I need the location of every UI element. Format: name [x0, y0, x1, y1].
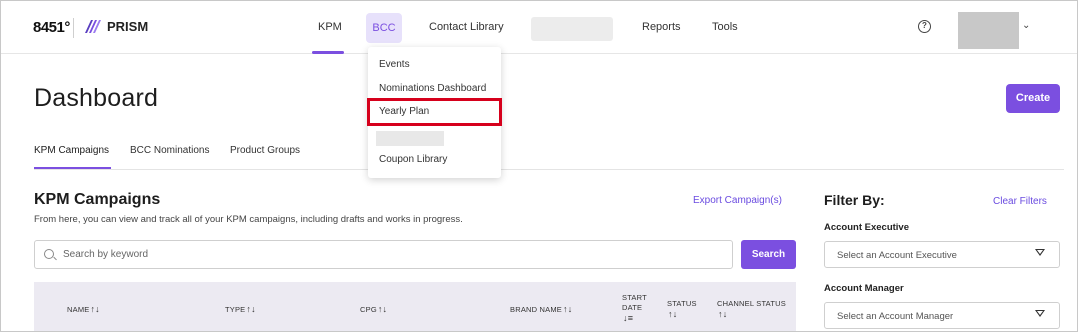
tab-product-groups[interactable]: Product Groups [230, 145, 300, 156]
col-header-cpg[interactable]: CPG↑↓ [360, 304, 387, 314]
account-manager-select[interactable]: Select an Account Manager [824, 302, 1060, 329]
col-header-type[interactable]: TYPE↑↓ [225, 304, 256, 314]
nav-kpm[interactable]: KPM [318, 21, 342, 33]
prism-stripes-icon [85, 20, 101, 33]
search-button[interactable]: Search [741, 240, 796, 269]
col-header-brand-name[interactable]: BRAND NAME↑↓ [510, 304, 572, 314]
prism-logo[interactable]: PRISM [85, 19, 148, 34]
menu-item-nominations-dashboard[interactable]: Nominations Dashboard [379, 83, 486, 94]
menu-item-redacted[interactable] [376, 131, 444, 146]
section-title: KPM Campaigns [34, 191, 161, 208]
filter-title: Filter By: [824, 192, 885, 208]
col-header-status[interactable]: STATUS ↑↓ [667, 298, 697, 320]
col-header-start-date[interactable]: START DATE ↓≡ [622, 293, 647, 324]
account-executive-placeholder: Select an Account Executive [837, 250, 957, 261]
search-input[interactable]: Search by keyword [34, 240, 733, 269]
nav-redacted-item[interactable] [531, 17, 613, 41]
page-title: Dashboard [34, 84, 159, 112]
company-logo[interactable]: 8451° [33, 19, 70, 36]
user-avatar[interactable] [958, 12, 1019, 49]
help-icon[interactable]: ? [918, 20, 931, 33]
account-manager-label: Account Manager [824, 283, 904, 294]
campaigns-table-header: NAME↑↓ TYPE↑↓ CPG↑↓ BRAND NAME↑↓ START D… [34, 282, 796, 331]
dropdown-arrow-icon [1035, 249, 1045, 256]
logo-divider [73, 18, 74, 38]
app-frame: 8451° PRISM KPM BCC Contact Library Repo… [0, 0, 1078, 332]
yearly-plan-highlight-box [367, 98, 502, 126]
sort-icon[interactable]: ↑↓ [563, 304, 572, 314]
tab-kpm-campaigns[interactable]: KPM Campaigns [34, 145, 109, 156]
search-placeholder: Search by keyword [63, 249, 149, 260]
section-description: From here, you can view and track all of… [34, 214, 463, 225]
sort-desc-icon[interactable]: ↓≡ [623, 313, 633, 323]
chevron-down-icon[interactable]: ⌄ [1022, 20, 1030, 31]
nav-active-indicator [312, 51, 344, 54]
sort-icon[interactable]: ↑↓ [668, 309, 677, 319]
nav-tools[interactable]: Tools [712, 21, 738, 33]
account-executive-select[interactable]: Select an Account Executive [824, 241, 1060, 268]
menu-item-events[interactable]: Events [379, 59, 410, 70]
dropdown-arrow-icon [1035, 310, 1045, 317]
search-icon [44, 249, 54, 259]
nav-bcc[interactable]: BCC [366, 13, 402, 43]
tabs-divider [34, 169, 1064, 170]
clear-filters-link[interactable]: Clear Filters [993, 196, 1047, 207]
nav-contact-library[interactable]: Contact Library [429, 21, 504, 33]
col-header-channel-status[interactable]: CHANNEL STATUS ↑↓ [717, 298, 786, 320]
account-manager-placeholder: Select an Account Manager [837, 311, 954, 322]
create-button[interactable]: Create [1006, 84, 1060, 113]
tab-bcc-nominations[interactable]: BCC Nominations [130, 145, 209, 156]
col-header-name[interactable]: NAME↑↓ [67, 304, 100, 314]
top-nav: 8451° PRISM KPM BCC Contact Library Repo… [1, 1, 1077, 54]
export-campaigns-link[interactable]: Export Campaign(s) [693, 195, 782, 206]
sort-icon[interactable]: ↑↓ [246, 304, 255, 314]
sort-icon[interactable]: ↑↓ [90, 304, 99, 314]
sort-icon[interactable]: ↑↓ [378, 304, 387, 314]
tab-active-indicator [34, 167, 111, 169]
nav-reports[interactable]: Reports [642, 21, 681, 33]
account-executive-label: Account Executive [824, 222, 909, 233]
sort-icon[interactable]: ↑↓ [718, 309, 727, 319]
prism-label: PRISM [107, 19, 149, 34]
menu-item-coupon-library[interactable]: Coupon Library [379, 154, 447, 165]
